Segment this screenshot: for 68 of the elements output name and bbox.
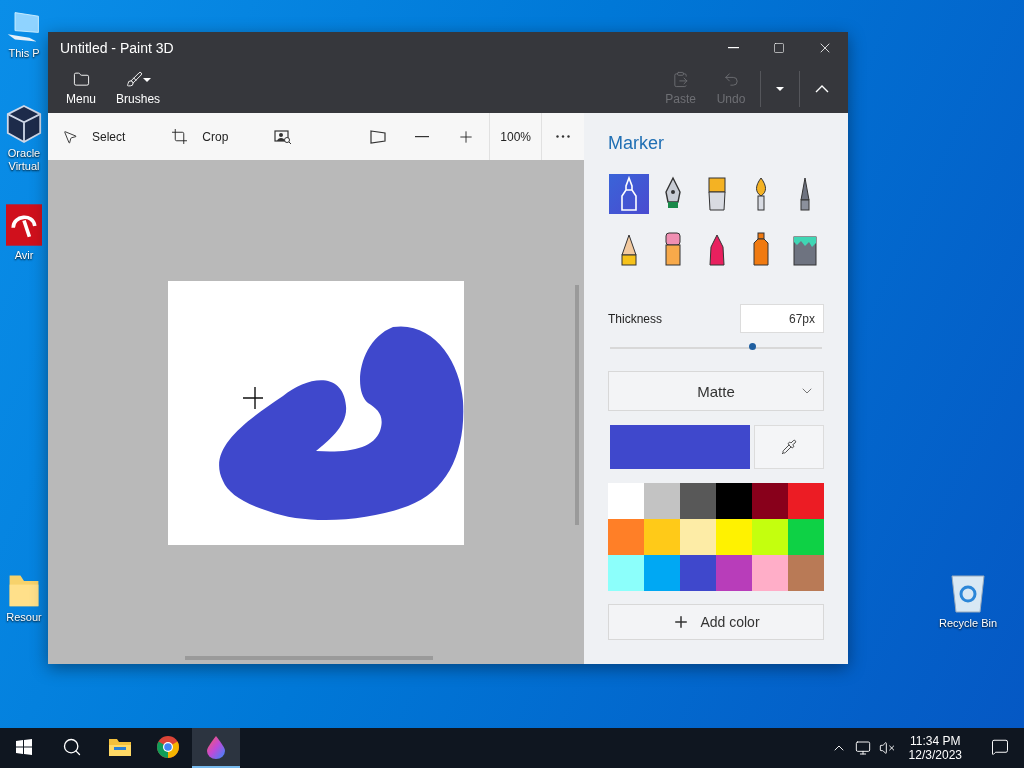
browser-icon xyxy=(156,735,180,759)
select-tool-button[interactable]: Select xyxy=(48,113,140,160)
desktop-icon-label[interactable]: This P xyxy=(8,47,40,60)
color-swatch[interactable] xyxy=(608,519,644,555)
magic-select-icon xyxy=(274,128,293,145)
color-swatch[interactable] xyxy=(788,519,824,555)
thickness-field[interactable]: 67px xyxy=(740,304,824,333)
menu-button[interactable]: Menu xyxy=(56,67,107,110)
current-color-swatch[interactable] xyxy=(610,425,750,469)
color-swatch[interactable] xyxy=(752,483,788,519)
paint-drop-icon xyxy=(206,735,226,759)
add-color-button[interactable]: Add color xyxy=(608,604,824,640)
undo-icon xyxy=(722,71,740,88)
color-swatch[interactable] xyxy=(752,555,788,591)
color-swatch[interactable] xyxy=(716,555,752,591)
eyedropper-button[interactable] xyxy=(754,425,824,469)
color-swatch[interactable] xyxy=(752,519,788,555)
network-icon[interactable] xyxy=(854,740,871,756)
windows-logo-icon xyxy=(16,739,32,755)
desktop-icon-label[interactable]: Resour xyxy=(6,611,42,624)
color-swatch[interactable] xyxy=(716,483,752,519)
paste-icon xyxy=(672,71,690,88)
color-swatch[interactable] xyxy=(680,483,716,519)
desktop-icon-label[interactable]: Avir xyxy=(14,249,34,262)
taskbar-app-button[interactable] xyxy=(192,728,240,768)
caret-icon xyxy=(776,85,784,92)
crop-tool-button[interactable]: Crop xyxy=(157,113,243,160)
minus-icon xyxy=(415,135,430,138)
perspective-icon xyxy=(369,128,388,145)
zoom-level: 100% xyxy=(499,129,532,144)
desktop-icon-label[interactable]: Oracle Virtual xyxy=(7,147,41,173)
panel-title: Marker xyxy=(608,133,665,154)
maximize-icon xyxy=(773,42,785,54)
thickness-label: Thickness xyxy=(608,311,663,326)
brush-tool-button[interactable] xyxy=(609,174,649,214)
chevron-up-icon xyxy=(815,84,829,93)
umbrella-icon xyxy=(6,204,42,246)
folder-icon xyxy=(108,737,132,757)
color-swatch[interactable] xyxy=(788,483,824,519)
clock-date[interactable]: 12/3/2023 xyxy=(908,748,962,762)
color-swatch[interactable] xyxy=(644,555,680,591)
eyedropper-icon xyxy=(781,439,797,455)
color-swatch[interactable] xyxy=(788,555,824,591)
search-icon xyxy=(62,737,82,757)
minimize-icon xyxy=(727,47,739,49)
slider-thumb[interactable] xyxy=(749,343,757,350)
computer-icon xyxy=(6,10,42,44)
color-swatch[interactable] xyxy=(680,519,716,555)
folder-icon xyxy=(72,71,90,88)
color-swatch[interactable] xyxy=(608,555,644,591)
color-swatch[interactable] xyxy=(680,555,716,591)
clock-time[interactable]: 11:34 PM xyxy=(910,734,961,748)
color-swatch[interactable] xyxy=(644,483,680,519)
pointer-icon xyxy=(62,128,78,145)
crop-icon xyxy=(171,128,189,145)
color-swatch[interactable] xyxy=(608,483,644,519)
color-swatch[interactable] xyxy=(644,519,680,555)
cube-icon xyxy=(6,104,42,144)
crosshair-icon xyxy=(242,386,264,410)
window-title: Untitled - Paint 3D xyxy=(59,40,175,56)
color-swatch[interactable] xyxy=(716,519,752,555)
finish-dropdown[interactable]: Matte xyxy=(608,371,824,411)
desktop-icon-label[interactable]: Recycle Bin xyxy=(938,617,998,630)
brushes-button[interactable]: Brushes xyxy=(106,67,171,110)
more-icon xyxy=(556,135,570,138)
volume-muted-icon[interactable] xyxy=(878,740,895,756)
notifications-icon xyxy=(991,738,1009,756)
brush-icon xyxy=(125,71,151,88)
